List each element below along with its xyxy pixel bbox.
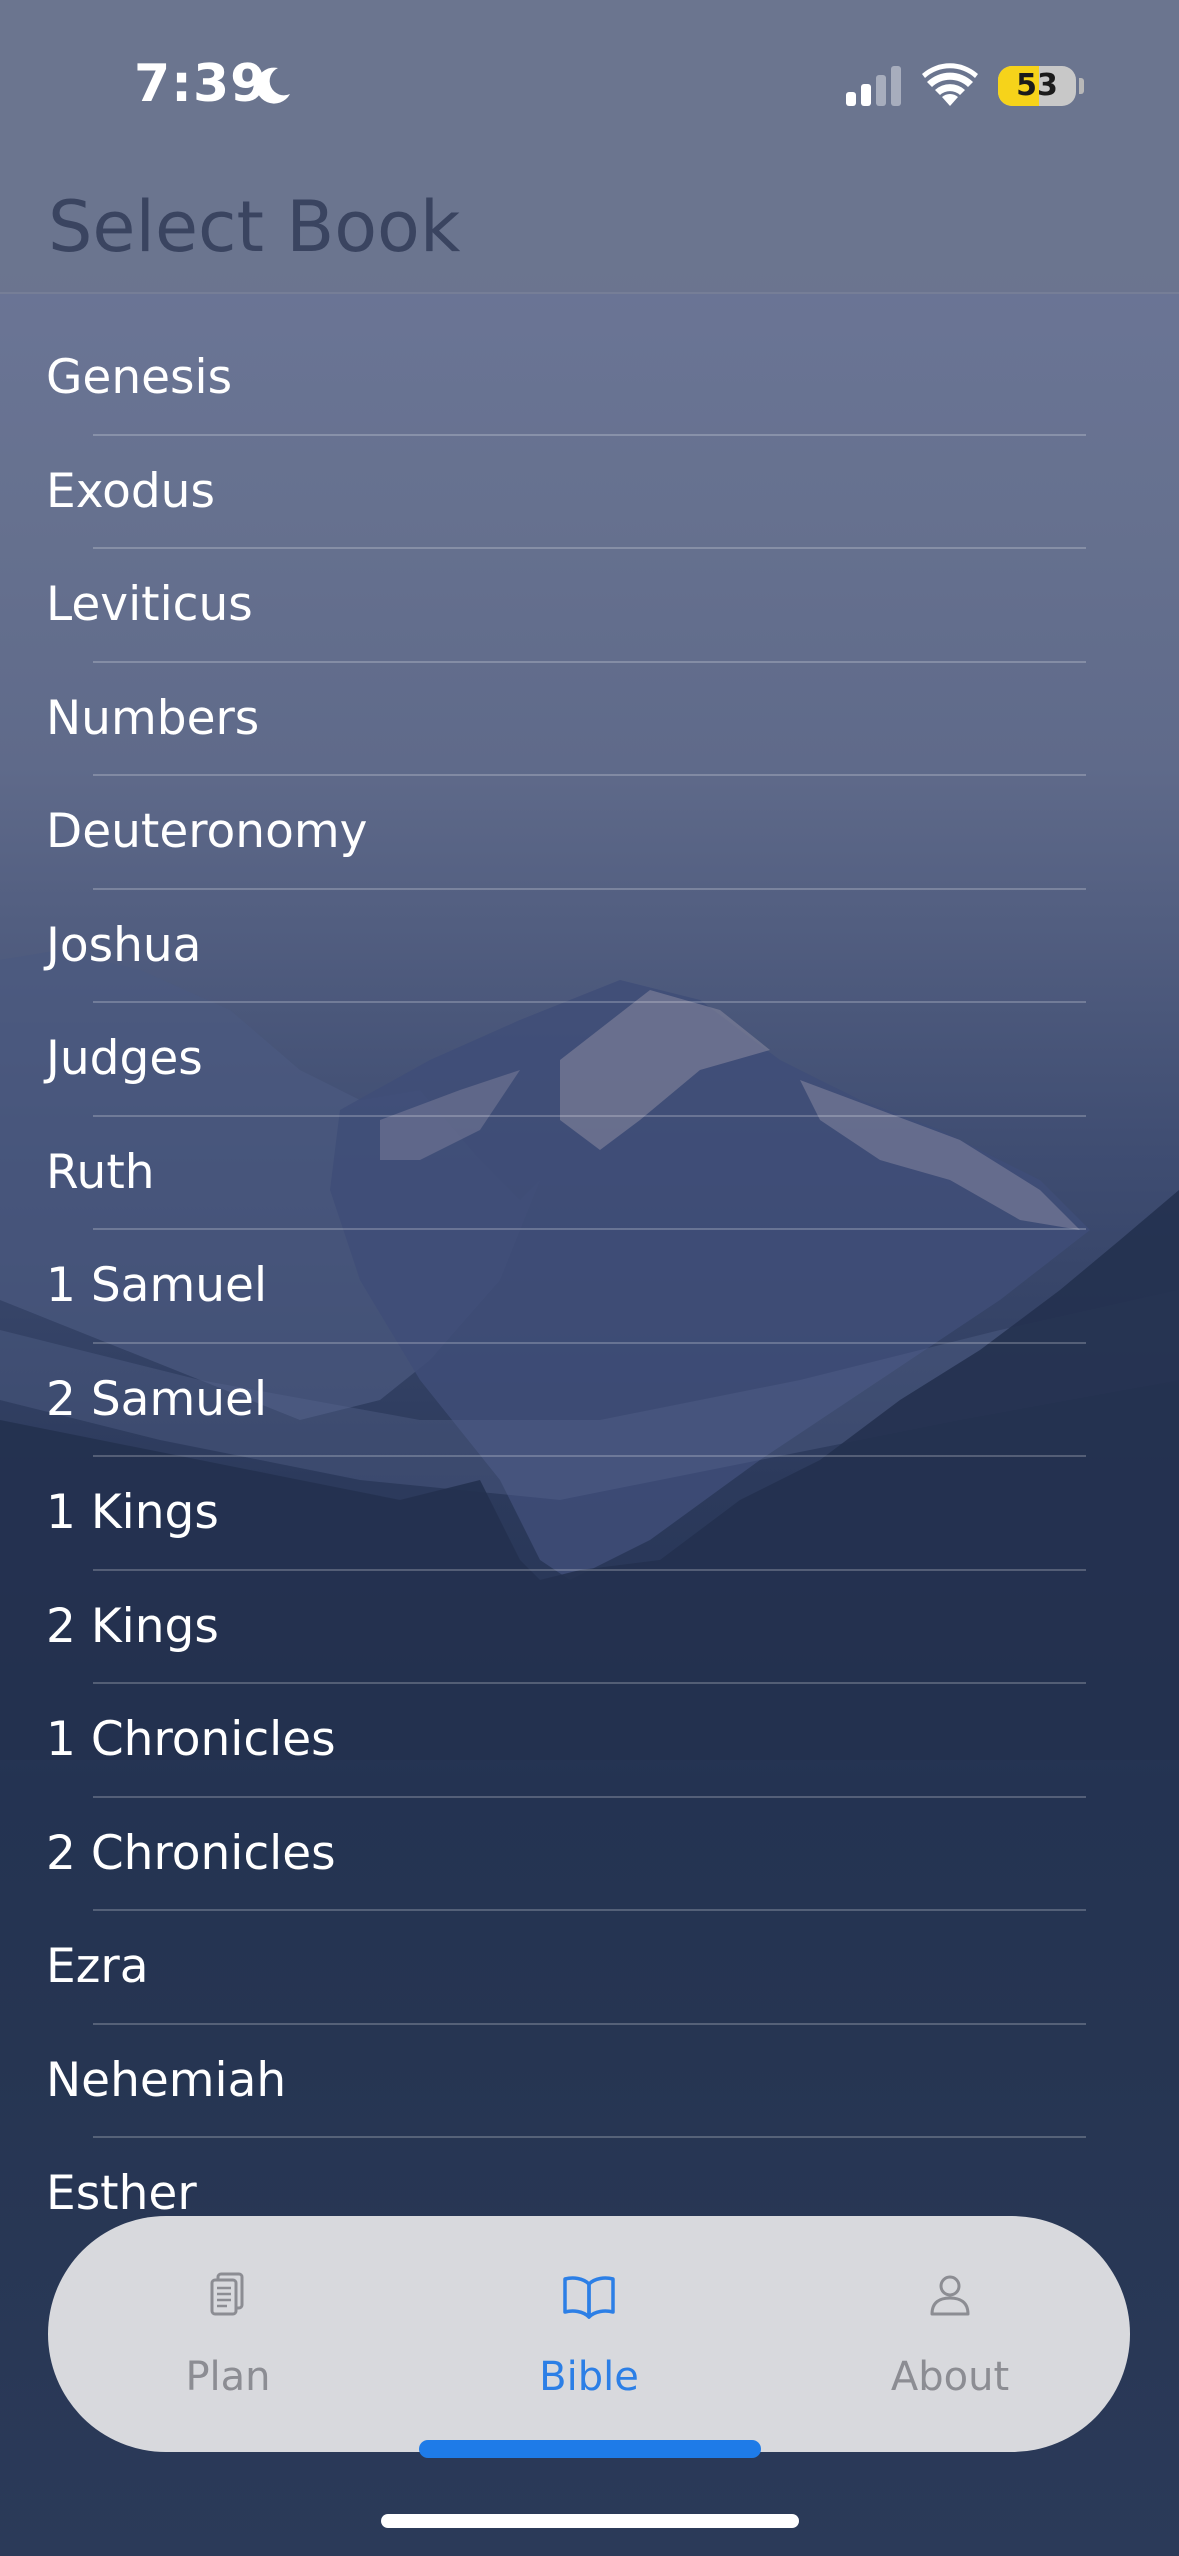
book-row[interactable]: Ezra	[0, 1911, 1179, 2025]
tab-bar: Plan Bible About	[48, 2216, 1130, 2452]
book-row[interactable]: Numbers	[0, 663, 1179, 776]
tab-bible[interactable]: Bible	[409, 2216, 769, 2452]
page-title: Select Book	[48, 186, 461, 268]
book-label: Deuteronomy	[46, 804, 368, 859]
document-icon	[210, 2272, 244, 2316]
battery-cap	[1079, 78, 1084, 94]
book-row[interactable]: 1 Samuel	[0, 1230, 1179, 1344]
book-row[interactable]: Exodus	[0, 436, 1179, 549]
book-row[interactable]: 2 Samuel	[0, 1344, 1179, 1457]
battery-icon: 53	[998, 66, 1076, 106]
book-row[interactable]: Judges	[0, 1003, 1179, 1117]
tab-plan-label: Plan	[185, 2354, 271, 2400]
book-label: Exodus	[46, 463, 215, 519]
tab-about[interactable]: About	[770, 2216, 1130, 2452]
book-row[interactable]: Genesis	[0, 322, 1179, 436]
navigation-header: 7:39 53 Select Book	[0, 0, 1179, 294]
book-row[interactable]: 2 Kings	[0, 1571, 1179, 1684]
book-row[interactable]: 2 Chronicles	[0, 1798, 1179, 1911]
book-label: Nehemiah	[46, 2052, 287, 2108]
screen: 7:39 53 Select Book Genesis Exodus Levit…	[0, 0, 1179, 2556]
moon-icon	[256, 67, 290, 104]
book-label: Numbers	[46, 690, 260, 746]
wifi-icon	[922, 63, 978, 106]
book-label: Ezra	[46, 1939, 149, 1994]
status-time: 7:39	[134, 54, 268, 114]
home-indicator[interactable]	[381, 2514, 799, 2528]
book-label: Ruth	[46, 1144, 155, 1200]
book-label: 1 Kings	[46, 1485, 219, 1540]
person-icon	[930, 2275, 970, 2316]
book-label: Genesis	[46, 350, 233, 405]
book-row[interactable]: 1 Chronicles	[0, 1684, 1179, 1798]
tab-bible-label: Bible	[539, 2354, 639, 2400]
book-row[interactable]: 1 Kings	[0, 1457, 1179, 1571]
book-list: Genesis Exodus Leviticus Numbers Deuteronomy…	[0, 322, 1179, 2252]
cellular-signal-icon	[846, 66, 901, 106]
battery-level: 53	[1016, 68, 1058, 103]
book-label: 2 Samuel	[46, 1371, 268, 1427]
selected-tab-indicator	[419, 2440, 761, 2458]
book-label: Joshua	[46, 917, 202, 973]
book-label: 2 Chronicles	[46, 1825, 336, 1881]
book-row[interactable]: Leviticus	[0, 549, 1179, 663]
book-row[interactable]: Nehemiah	[0, 2025, 1179, 2138]
book-row[interactable]: Joshua	[0, 890, 1179, 1003]
book-row[interactable]: Ruth	[0, 1117, 1179, 1230]
book-label: 2 Kings	[46, 1598, 219, 1654]
book-row[interactable]: Deuteronomy	[0, 776, 1179, 890]
book-label: 1 Chronicles	[46, 1712, 336, 1767]
book-label: Esther	[46, 2166, 197, 2221]
open-book-icon	[563, 2276, 615, 2319]
book-label: 1 Samuel	[46, 1258, 268, 1313]
status-bar: 7:39 53	[0, 0, 1179, 176]
tab-plan[interactable]: Plan	[48, 2216, 408, 2452]
book-label: Judges	[46, 1031, 203, 1086]
book-label: Leviticus	[46, 577, 253, 632]
tab-about-label: About	[890, 2354, 1010, 2400]
